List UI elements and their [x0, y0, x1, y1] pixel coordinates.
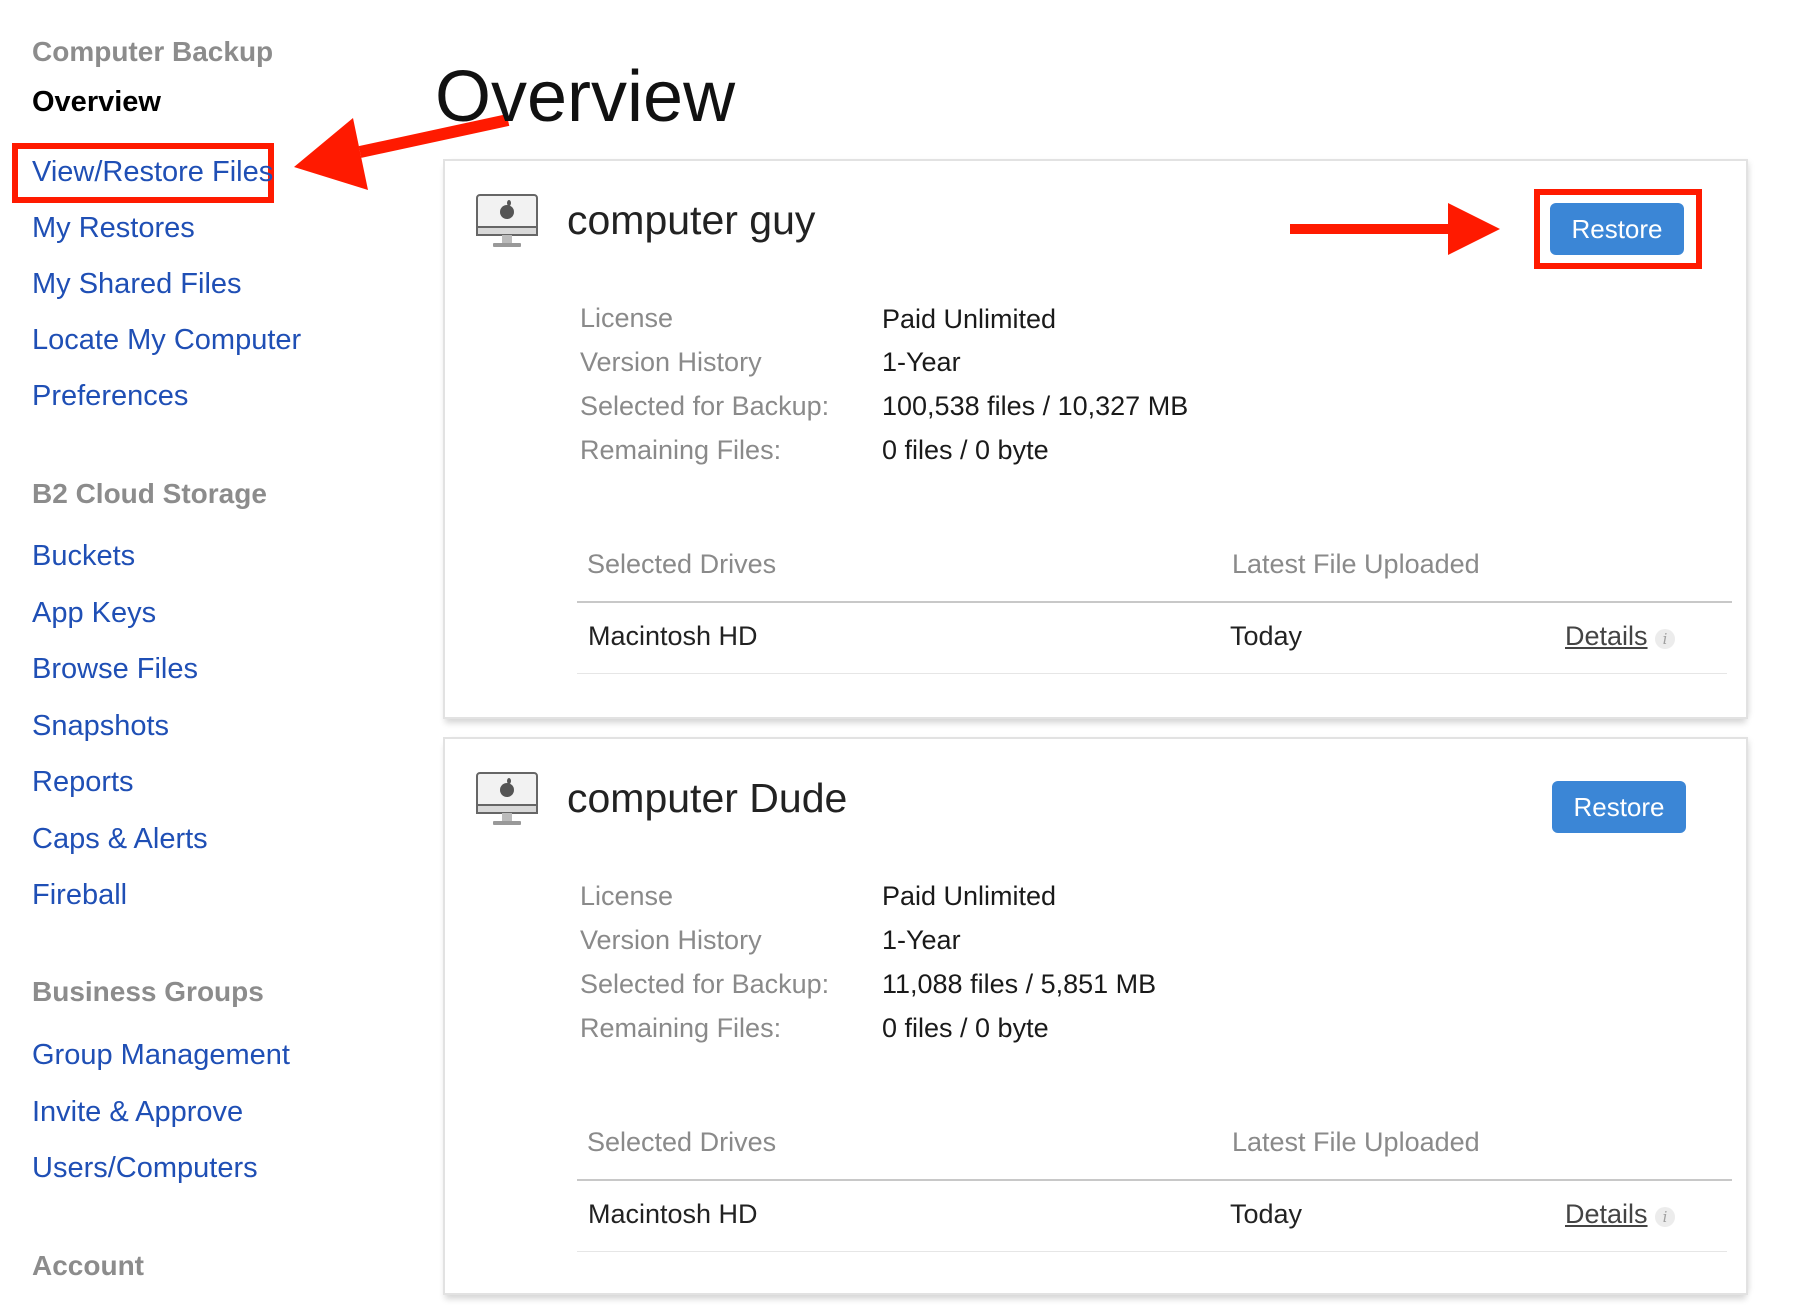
remaining-files-value: 0 files / 0 byte — [882, 435, 1049, 465]
latest-file-uploaded-header: Latest File Uploaded — [1232, 549, 1480, 579]
table-divider — [577, 601, 1732, 603]
version-history-label: Version History — [580, 925, 762, 955]
latest-upload-value: Today — [1230, 1199, 1303, 1229]
sidebar-item-fireball[interactable]: Fireball — [32, 879, 127, 912]
drive-name: Macintosh HD — [588, 1199, 758, 1229]
latest-upload-value: Today — [1230, 621, 1303, 651]
selected-for-backup-value: 11,088 files / 5,851 MB — [882, 969, 1157, 999]
details-link[interactable]: Details — [1565, 621, 1648, 652]
sidebar-item-view-restore-files[interactable]: View/Restore Files — [32, 156, 273, 189]
remaining-files-value: 0 files / 0 byte — [882, 1013, 1049, 1043]
selected-drives-header: Selected Drives — [587, 549, 777, 579]
sidebar-item-browse-files[interactable]: Browse Files — [32, 653, 198, 686]
restore-button[interactable]: Restore — [1552, 781, 1686, 833]
section-title-b2-cloud-storage: B2 Cloud Storage — [32, 478, 267, 509]
selected-for-backup-value: 100,538 files / 10,327 MB — [882, 391, 1189, 421]
sidebar-item-locate-my-computer[interactable]: Locate My Computer — [32, 324, 301, 357]
sidebar-item-my-shared-files[interactable]: My Shared Files — [32, 268, 242, 301]
info-icon[interactable]: i — [1655, 1207, 1675, 1227]
sidebar-item-overview[interactable]: Overview — [32, 86, 161, 119]
license-value: Paid Unlimited — [882, 304, 1057, 334]
sidebar-item-my-restores[interactable]: My Restores — [32, 212, 195, 245]
imac-computer-icon — [476, 772, 538, 825]
row-divider — [577, 673, 1727, 674]
selected-for-backup-label: Selected for Backup: — [580, 969, 830, 999]
license-label: License — [580, 881, 674, 911]
table-divider — [577, 1179, 1732, 1181]
sidebar-item-reports[interactable]: Reports — [32, 766, 134, 799]
sidebar-item-caps-alerts[interactable]: Caps & Alerts — [32, 823, 208, 856]
details-link[interactable]: Details — [1565, 1199, 1648, 1230]
version-history-value: 1-Year — [882, 925, 961, 955]
sidebar-item-group-management[interactable]: Group Management — [32, 1039, 290, 1072]
selected-for-backup-label: Selected for Backup: — [580, 391, 830, 421]
latest-file-uploaded-header: Latest File Uploaded — [1232, 1127, 1480, 1157]
sidebar-item-buckets[interactable]: Buckets — [32, 540, 135, 573]
remaining-files-label: Remaining Files: — [580, 435, 782, 465]
section-title-computer-backup: Computer Backup — [32, 36, 274, 67]
license-value: Paid Unlimited — [882, 881, 1057, 911]
version-history-label: Version History — [580, 347, 762, 377]
sidebar-item-invite-approve[interactable]: Invite & Approve — [32, 1096, 243, 1129]
info-icon[interactable]: i — [1655, 629, 1675, 649]
section-title-business-groups: Business Groups — [32, 976, 264, 1007]
license-label: License — [580, 303, 674, 333]
sidebar-item-users-computers[interactable]: Users/Computers — [32, 1152, 258, 1185]
restore-button[interactable]: Restore — [1550, 203, 1684, 255]
sidebar: Computer Backup Overview View/Restore Fi… — [0, 0, 420, 1307]
imac-computer-icon — [476, 194, 538, 247]
row-divider — [577, 1251, 1727, 1252]
computer-name: computer guy — [567, 197, 816, 243]
drive-name: Macintosh HD — [588, 621, 758, 651]
sidebar-item-preferences[interactable]: Preferences — [32, 380, 188, 413]
computer-card: computer Dude Restore License Paid Unlim… — [443, 737, 1748, 1295]
selected-drives-header: Selected Drives — [587, 1127, 777, 1157]
remaining-files-label: Remaining Files: — [580, 1013, 782, 1043]
red-arrow-annotation-right — [1290, 203, 1500, 255]
sidebar-item-snapshots[interactable]: Snapshots — [32, 710, 169, 743]
version-history-value: 1-Year — [882, 347, 961, 377]
computer-name: computer Dude — [567, 775, 848, 821]
section-title-account: Account — [32, 1250, 144, 1281]
computer-card: computer guy Restore License Paid Unlimi… — [443, 159, 1748, 719]
page-title: Overview — [435, 57, 736, 138]
sidebar-item-app-keys[interactable]: App Keys — [32, 597, 156, 630]
